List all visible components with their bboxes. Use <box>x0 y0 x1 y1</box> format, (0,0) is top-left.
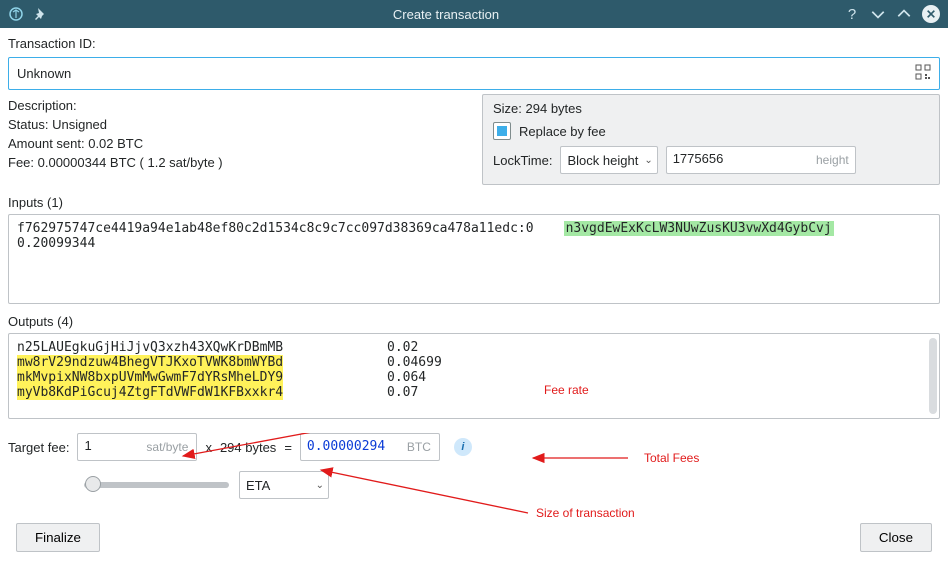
output-address: n25LAUEgkuGjHiJjvQ3xzh43XQwKrDBmMB <box>17 340 283 355</box>
output-value: 0.02 <box>387 340 418 355</box>
output-address: myVb8KdPiGcuj4ZtgFTdVWFdW1KFBxxkr4 <box>17 385 283 400</box>
target-fee-label: Target fee: <box>8 440 69 455</box>
tx-size-text: 294 bytes <box>220 440 276 455</box>
chevron-down-icon: ⌄ <box>644 155 652 166</box>
fee-total-unit: BTC <box>407 440 431 454</box>
app-icon <box>8 6 24 22</box>
chevron-down-icon: ⌄ <box>316 480 324 491</box>
maximize-icon[interactable] <box>896 6 912 22</box>
input-txref: f762975747ce4419a94e1ab48ef80c2d1534c8c9… <box>17 221 534 236</box>
output-row: mw8rV29ndzuw4BhegVTJKxoTVWK8bmWYBd 0.046… <box>17 355 931 370</box>
help-icon[interactable]: ? <box>844 6 860 22</box>
input-address: n3vgdEwExKcLW3NUwZusKU3vwXd4GybCvj <box>564 221 834 236</box>
fee-total-value: 0.00000294 <box>307 439 385 454</box>
input-amount: 0.20099344 <box>17 236 931 251</box>
output-row: mkMvpixNW8bxpUVmMwGwmF7dYRsMheLDY9 0.064 <box>17 370 931 385</box>
finalize-button[interactable]: Finalize <box>16 523 100 552</box>
size-text: Size: 294 bytes <box>493 101 929 116</box>
rbf-label: Replace by fee <box>519 124 606 139</box>
txid-value: Unknown <box>17 66 71 81</box>
output-row: n25LAUEgkuGjHiJjvQ3xzh43XQwKrDBmMB 0.02 <box>17 340 931 355</box>
inputs-header: Inputs (1) <box>8 195 940 210</box>
output-value: 0.064 <box>387 370 426 385</box>
outputs-header: Outputs (4) <box>8 314 940 329</box>
qr-icon[interactable] <box>915 64 931 83</box>
inputs-list[interactable]: f762975747ce4419a94e1ab48ef80c2d1534c8c9… <box>8 214 940 304</box>
outputs-list[interactable]: n25LAUEgkuGjHiJjvQ3xzh43XQwKrDBmMB 0.02 … <box>8 333 940 419</box>
locktime-mode-value: Block height <box>567 153 638 168</box>
output-address: mw8rV29ndzuw4BhegVTJKxoTVWK8bmWYBd <box>17 355 283 370</box>
fee-rate-value: 1 <box>84 438 91 453</box>
eta-select[interactable]: ETA ⌄ <box>239 471 329 499</box>
fee-rate-input[interactable]: 1 sat/byte <box>77 433 197 461</box>
fee-total-input[interactable]: 0.00000294 BTC <box>300 433 440 461</box>
fee-rate-unit: sat/byte <box>146 440 188 454</box>
info-icon[interactable]: i <box>454 438 472 456</box>
fee-multiply-sign: x <box>205 440 212 455</box>
txid-field[interactable]: Unknown <box>8 57 940 90</box>
output-value: 0.07 <box>387 385 418 400</box>
description-label: Description: <box>8 98 470 113</box>
fee-equals-sign: = <box>284 440 292 455</box>
output-address: mkMvpixNW8bxpUVmMwGwmF7dYRsMheLDY9 <box>17 370 283 385</box>
minimize-icon[interactable] <box>870 6 886 22</box>
output-value: 0.04699 <box>387 355 442 370</box>
locktime-mode-select[interactable]: Block height ⌄ <box>560 146 657 174</box>
eta-value: ETA <box>246 478 270 493</box>
outputs-scrollbar[interactable] <box>929 338 937 414</box>
locktime-label: LockTime: <box>493 153 552 168</box>
fee-text: Fee: 0.00000344 BTC ( 1.2 sat/byte ) <box>8 155 470 170</box>
close-window-icon[interactable] <box>922 5 940 23</box>
locktime-hint: height <box>816 153 849 167</box>
amount-sent-text: Amount sent: 0.02 BTC <box>8 136 470 151</box>
output-row: myVb8KdPiGcuj4ZtgFTdVWFdW1KFBxxkr4 0.07 <box>17 385 931 400</box>
window-title: Create transaction <box>48 7 844 22</box>
close-button[interactable]: Close <box>860 523 932 552</box>
txid-label: Transaction ID: <box>8 36 96 51</box>
status-text: Status: Unsigned <box>8 117 470 132</box>
rbf-checkbox[interactable] <box>493 122 511 140</box>
locktime-value: 1775656 <box>673 151 724 166</box>
slider-thumb[interactable] <box>85 476 101 492</box>
pin-icon[interactable] <box>32 6 48 22</box>
fee-slider[interactable] <box>84 482 229 488</box>
locktime-value-input[interactable]: 1775656 height <box>666 146 856 174</box>
